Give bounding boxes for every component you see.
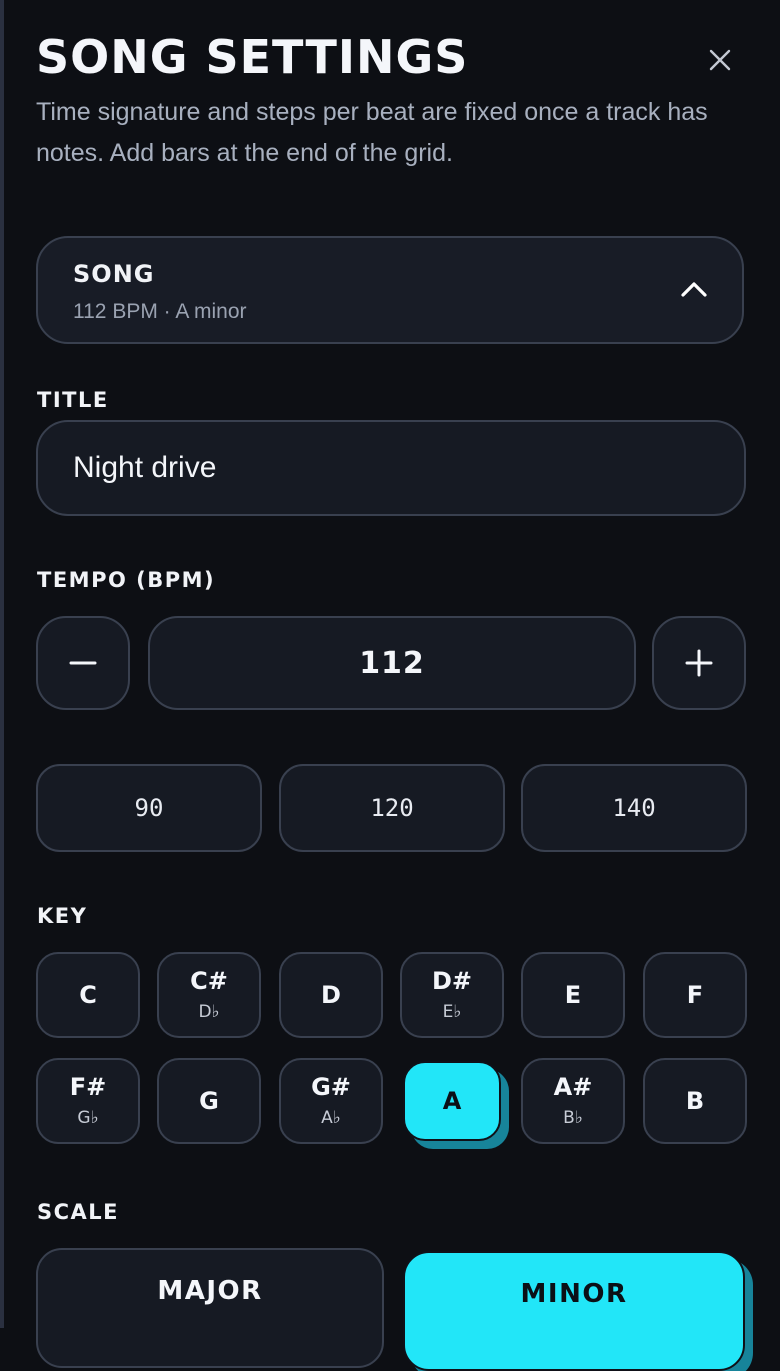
key-name: D xyxy=(321,981,341,1009)
key-name: E xyxy=(564,981,582,1009)
tempo-preset-90[interactable]: 90 xyxy=(36,764,262,852)
key-name: F xyxy=(686,981,704,1009)
key-button-d-sharp[interactable]: D# E♭ xyxy=(400,952,504,1038)
key-button-b[interactable]: B xyxy=(643,1058,747,1144)
scale-major-button[interactable]: MAJOR xyxy=(36,1248,384,1368)
key-button-f[interactable]: F xyxy=(643,952,747,1038)
key-name: C xyxy=(79,981,97,1009)
key-name: D# xyxy=(431,967,473,995)
key-name: G xyxy=(199,1087,219,1115)
close-button[interactable] xyxy=(700,40,740,80)
key-flat-name: A♭ xyxy=(321,1108,341,1128)
key-button-a-selected[interactable]: A xyxy=(403,1061,501,1141)
key-flat-name: G♭ xyxy=(77,1108,99,1128)
page-title: SONG SETTINGS xyxy=(36,30,469,84)
tempo-increment-button[interactable] xyxy=(652,616,746,710)
close-icon xyxy=(709,49,731,71)
tempo-preset-140[interactable]: 140 xyxy=(521,764,747,852)
chevron-up-icon xyxy=(681,282,707,297)
title-label: TITLE xyxy=(37,388,109,412)
scale-minor-button-selected[interactable]: MINOR xyxy=(403,1251,745,1371)
key-name: G# xyxy=(311,1073,351,1101)
key-name: A xyxy=(442,1087,462,1115)
title-input[interactable]: Night drive xyxy=(36,420,746,516)
key-flat-name: B♭ xyxy=(563,1108,583,1128)
scale-label: SCALE xyxy=(37,1200,120,1224)
panel-edge xyxy=(0,0,4,1328)
page-subtitle: Time signature and steps per beat are fi… xyxy=(36,98,708,167)
key-flat-name: D♭ xyxy=(198,1002,220,1022)
key-name: B xyxy=(685,1087,705,1115)
key-button-g[interactable]: G xyxy=(157,1058,261,1144)
song-section-title: SONG xyxy=(73,260,155,288)
tempo-label: TEMPO (BPM) xyxy=(37,568,216,592)
key-button-g-sharp[interactable]: G# A♭ xyxy=(279,1058,383,1144)
song-summary: 112 BPM · A minor xyxy=(73,300,247,323)
key-button-a-sharp[interactable]: A# B♭ xyxy=(521,1058,625,1144)
tempo-decrement-button[interactable] xyxy=(36,616,130,710)
minus-icon xyxy=(69,661,97,665)
key-button-c-sharp[interactable]: C# D♭ xyxy=(157,952,261,1038)
key-button-c[interactable]: C xyxy=(36,952,140,1038)
key-button-d[interactable]: D xyxy=(279,952,383,1038)
plus-icon xyxy=(685,649,713,677)
song-section-toggle[interactable]: SONG 112 BPM · A minor xyxy=(36,236,744,344)
key-button-e[interactable]: E xyxy=(521,952,625,1038)
key-label: KEY xyxy=(37,904,88,928)
key-name: F# xyxy=(69,1073,107,1101)
key-name: A# xyxy=(553,1073,593,1101)
key-name: C# xyxy=(190,967,228,995)
key-button-f-sharp[interactable]: F# G♭ xyxy=(36,1058,140,1144)
key-flat-name: E♭ xyxy=(442,1002,462,1022)
tempo-preset-120[interactable]: 120 xyxy=(279,764,505,852)
tempo-value[interactable]: 112 xyxy=(148,616,636,710)
